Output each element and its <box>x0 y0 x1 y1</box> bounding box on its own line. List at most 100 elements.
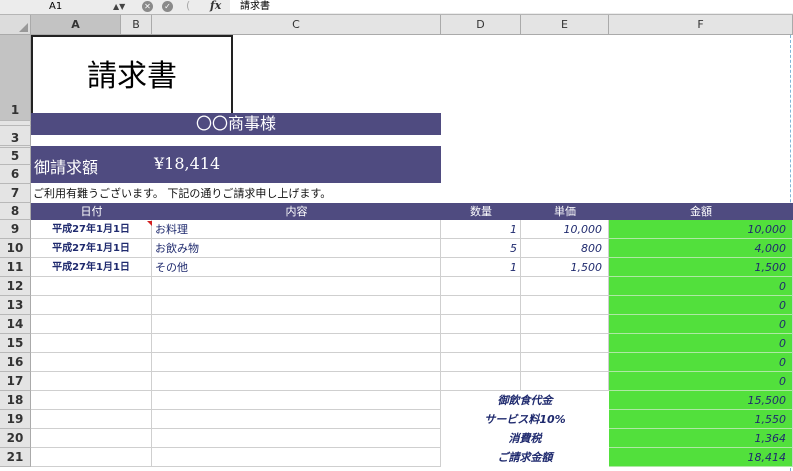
name-box-stepper-icon[interactable]: ▲▼ <box>113 0 125 13</box>
item-date[interactable] <box>31 353 152 372</box>
item-description[interactable] <box>152 372 441 391</box>
name-box[interactable]: A1 <box>0 0 112 13</box>
item-unit-price[interactable] <box>521 334 609 353</box>
item-unit-price[interactable] <box>521 353 609 372</box>
item-unit-price[interactable]: 800 <box>521 239 609 258</box>
item-qty[interactable]: 1 <box>441 220 521 239</box>
item-date[interactable]: 平成27年1月1日 <box>31 220 152 239</box>
spreadsheet-grid[interactable]: A B C D E F 1 3 5 6 7 8 9 10 11 12 13 14… <box>0 15 793 471</box>
formula-input[interactable]: 請求書 <box>230 0 793 13</box>
cancel-entry-icon[interactable]: ✕ <box>142 1 153 12</box>
summary-value-total[interactable]: 18,414 <box>609 448 793 467</box>
empty-cell[interactable] <box>31 391 152 410</box>
item-qty[interactable] <box>441 315 521 334</box>
item-description[interactable]: その他 <box>152 258 441 277</box>
summary-label-tax[interactable]: 消費税 <box>441 429 609 448</box>
empty-cell[interactable] <box>31 410 152 429</box>
header-description[interactable]: 内容 <box>152 203 441 220</box>
summary-value-tax[interactable]: 1,364 <box>609 429 793 448</box>
item-description[interactable] <box>152 296 441 315</box>
summary-value-food[interactable]: 15,500 <box>609 391 793 410</box>
item-unit-price[interactable] <box>521 315 609 334</box>
header-amount[interactable]: 金額 <box>609 203 793 220</box>
column-header-d[interactable]: D <box>441 15 521 35</box>
item-description[interactable] <box>152 334 441 353</box>
item-description[interactable]: お飲み物 <box>152 239 441 258</box>
thank-you-message[interactable]: ご利用有難うございます。 下記の通りご請求申し上げます。 <box>33 185 331 203</box>
item-amount[interactable]: 0 <box>609 334 793 353</box>
item-unit-price[interactable]: 1,500 <box>521 258 609 277</box>
row-header-19[interactable]: 19 <box>0 410 31 429</box>
row-header-1[interactable]: 1 <box>0 35 31 121</box>
summary-label-total[interactable]: ご請求金額 <box>441 448 609 467</box>
row-header-14[interactable]: 14 <box>0 315 31 334</box>
item-qty[interactable] <box>441 353 521 372</box>
header-date[interactable]: 日付 <box>31 203 152 220</box>
column-header-b[interactable]: B <box>121 15 152 35</box>
row-header-12[interactable]: 12 <box>0 277 31 296</box>
item-description[interactable] <box>152 353 441 372</box>
function-wizard-paren-icon[interactable]: ( <box>186 0 190 12</box>
invoice-title-cell[interactable]: 請求書 <box>31 35 233 122</box>
empty-cell[interactable] <box>152 448 441 467</box>
empty-cell[interactable] <box>152 410 441 429</box>
fx-icon[interactable]: fx <box>210 0 221 12</box>
item-date[interactable] <box>31 296 152 315</box>
header-unit-price[interactable]: 単価 <box>521 203 609 220</box>
item-unit-price[interactable]: 10,000 <box>521 220 609 239</box>
invoice-amount-band[interactable]: 御請求額 ¥18,414 <box>31 146 441 183</box>
item-amount[interactable]: 0 <box>609 315 793 334</box>
item-unit-price[interactable] <box>521 372 609 391</box>
item-date[interactable]: 平成27年1月1日 <box>31 258 152 277</box>
empty-cell[interactable] <box>152 429 441 448</box>
row-header-21[interactable]: 21 <box>0 448 31 467</box>
empty-cell[interactable] <box>31 429 152 448</box>
item-amount[interactable]: 10,000 <box>609 220 793 239</box>
item-amount[interactable]: 0 <box>609 296 793 315</box>
item-qty[interactable] <box>441 372 521 391</box>
item-unit-price[interactable] <box>521 296 609 315</box>
item-description[interactable]: お料理 <box>152 220 441 239</box>
item-date[interactable] <box>31 277 152 296</box>
item-qty[interactable] <box>441 334 521 353</box>
item-amount[interactable]: 0 <box>609 353 793 372</box>
select-all-corner[interactable] <box>0 15 31 35</box>
customer-name-band[interactable]: 〇〇商事様 <box>31 113 441 135</box>
row-header-3[interactable]: 3 <box>0 126 31 146</box>
row-header-11[interactable]: 11 <box>0 258 31 277</box>
item-qty[interactable] <box>441 296 521 315</box>
row-header-9[interactable]: 9 <box>0 220 31 239</box>
summary-value-service[interactable]: 1,550 <box>609 410 793 429</box>
row-header-18[interactable]: 18 <box>0 391 31 410</box>
row-header-7[interactable]: 7 <box>0 184 31 203</box>
item-qty[interactable]: 1 <box>441 258 521 277</box>
summary-label-food[interactable]: 御飲食代金 <box>441 391 609 410</box>
column-header-a[interactable]: A <box>31 15 121 35</box>
item-amount[interactable]: 4,000 <box>609 239 793 258</box>
empty-cell[interactable] <box>31 448 152 467</box>
item-qty[interactable]: 5 <box>441 239 521 258</box>
row-header-16[interactable]: 16 <box>0 353 31 372</box>
header-qty[interactable]: 数量 <box>441 203 521 220</box>
column-header-f[interactable]: F <box>609 15 793 35</box>
item-description[interactable] <box>152 277 441 296</box>
item-amount[interactable]: 0 <box>609 277 793 296</box>
comment-indicator-icon[interactable] <box>147 221 152 226</box>
confirm-entry-icon[interactable]: ✓ <box>162 1 173 12</box>
row-header-20[interactable]: 20 <box>0 429 31 448</box>
item-date[interactable] <box>31 372 152 391</box>
item-date[interactable] <box>31 334 152 353</box>
summary-label-service[interactable]: サービス料10% <box>441 410 609 429</box>
column-header-c[interactable]: C <box>152 15 441 35</box>
item-amount[interactable]: 1,500 <box>609 258 793 277</box>
row-header-17[interactable]: 17 <box>0 372 31 391</box>
row-header-13[interactable]: 13 <box>0 296 31 315</box>
item-description[interactable] <box>152 315 441 334</box>
row-header-15[interactable]: 15 <box>0 334 31 353</box>
item-qty[interactable] <box>441 277 521 296</box>
row-header-10[interactable]: 10 <box>0 239 31 258</box>
item-unit-price[interactable] <box>521 277 609 296</box>
row-header-6[interactable]: 6 <box>0 165 31 184</box>
item-date[interactable]: 平成27年1月1日 <box>31 239 152 258</box>
item-date[interactable] <box>31 315 152 334</box>
